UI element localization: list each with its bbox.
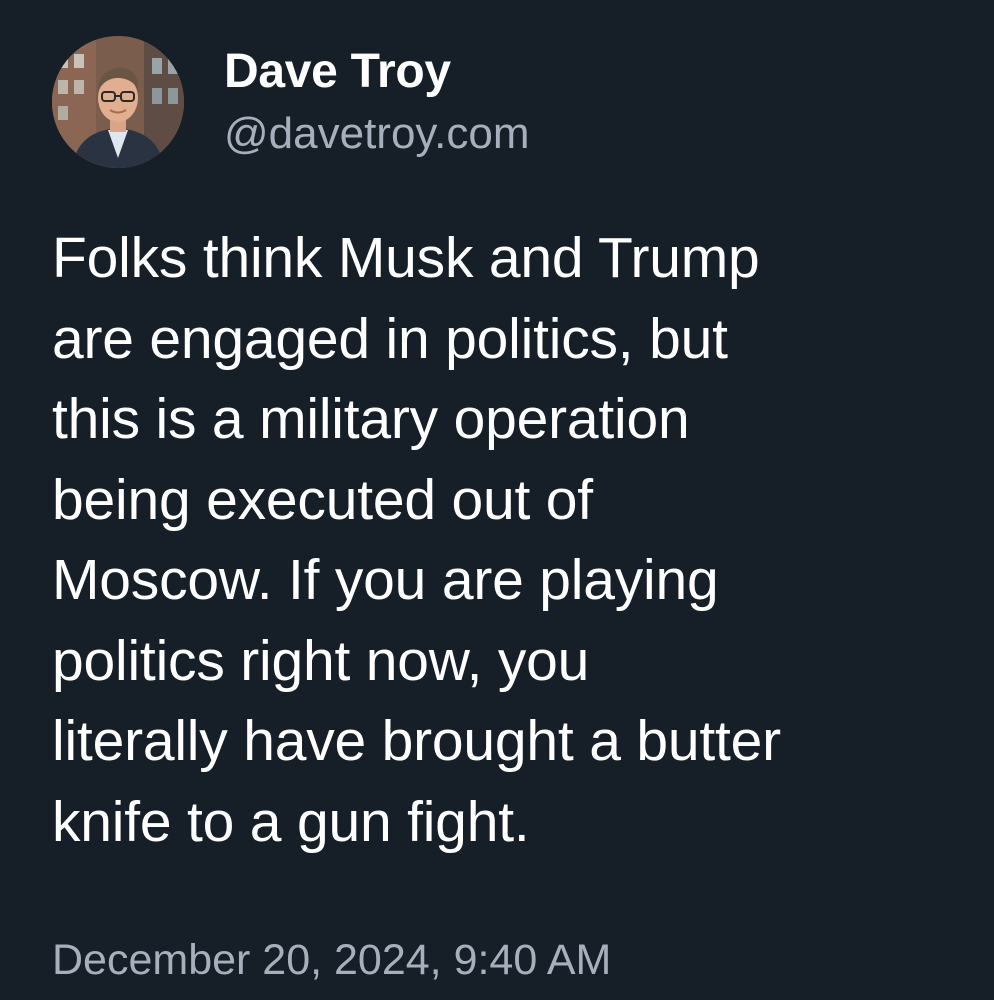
post-text-line: literally have brought a butter [52, 709, 781, 773]
post-text-line: this is a military operation [52, 387, 690, 451]
post-text-line: being executed out of [52, 467, 593, 532]
avatar[interactable] [52, 36, 184, 168]
post-timestamp[interactable]: December 20, 2024, 9:40 AM [52, 932, 611, 988]
user-handle[interactable]: @davetroy.com [224, 108, 530, 160]
author-meta: Dave Troy @davetroy.com [224, 34, 530, 170]
post-body: Folks think Musk and Trump are engaged i… [52, 218, 972, 862]
post-text-line: Moscow. If you are playing [52, 548, 719, 612]
post-text-line: are engaged in politics, but [52, 306, 728, 371]
post-card: Dave Troy @davetroy.com Folks think Musk… [0, 0, 994, 1000]
display-name[interactable]: Dave Troy [224, 44, 530, 100]
author-header[interactable]: Dave Troy @davetroy.com [52, 34, 530, 170]
avatar-photo-icon [52, 36, 184, 168]
post-text-line: Folks think Musk and Trump [52, 226, 760, 290]
post-text-line: knife to a gun fight. [52, 789, 530, 854]
post-text-line: politics right now, you [52, 628, 590, 693]
